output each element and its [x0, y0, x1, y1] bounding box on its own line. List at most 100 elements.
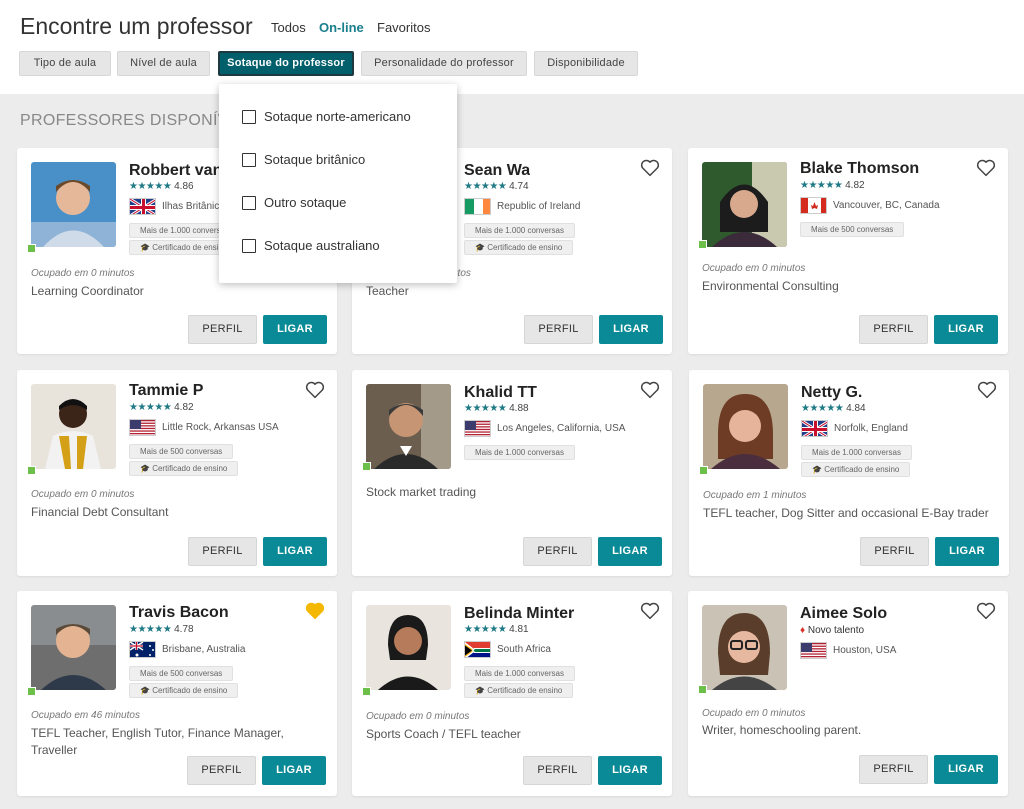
- teacher-name[interactable]: Khalid TT: [464, 384, 537, 402]
- section-title: PROFESSORES DISPONÍVE: [20, 112, 240, 129]
- option-label: Sotaque australiano: [264, 238, 380, 253]
- checkbox[interactable]: [242, 238, 256, 253]
- teacher-photo: [366, 384, 451, 469]
- stars-icon: ★★★★★: [801, 403, 844, 414]
- heart-icon[interactable]: [640, 159, 660, 177]
- teacher-card[interactable]: Travis Bacon ★★★★★ 4.78 Brisbane, Austra…: [17, 591, 337, 796]
- teacher-photo: [31, 384, 116, 469]
- ligar-button[interactable]: LIGAR: [935, 537, 999, 566]
- perfil-button[interactable]: PERFIL: [859, 315, 928, 344]
- teacher-rating: ★★★★★ 4.81: [464, 624, 529, 635]
- perfil-button[interactable]: PERFIL: [188, 537, 257, 566]
- certificate-badge: 🎓 Certificado de ensino: [129, 461, 239, 476]
- heart-icon[interactable]: [977, 381, 997, 399]
- ligar-button[interactable]: LIGAR: [934, 755, 998, 784]
- teacher-rating: ★★★★★ 4.82: [129, 402, 194, 413]
- teacher-name[interactable]: Belinda Minter: [464, 605, 574, 623]
- filter-tipo-de-aula[interactable]: Tipo de aula: [19, 51, 111, 76]
- perfil-button[interactable]: PERFIL: [188, 315, 257, 344]
- busy-status: Ocupado em 0 minutos: [702, 708, 806, 719]
- heart-icon[interactable]: [640, 381, 660, 399]
- perfil-button[interactable]: PERFIL: [524, 315, 593, 344]
- stars-icon: ★★★★★: [464, 181, 507, 192]
- teacher-card[interactable]: Netty G. ★★★★★ 4.84 Norfolk, England Mai…: [689, 370, 1009, 576]
- filter-nivel-de-aula[interactable]: Nível de aula: [117, 51, 210, 76]
- ligar-button[interactable]: LIGAR: [262, 756, 326, 785]
- ligar-button[interactable]: LIGAR: [934, 315, 998, 344]
- checkbox[interactable]: [242, 152, 256, 167]
- ligar-button[interactable]: LIGAR: [599, 315, 663, 344]
- teacher-name[interactable]: Travis Bacon: [129, 604, 229, 622]
- busy-status: Ocupado em 46 minutos: [31, 710, 140, 721]
- perfil-button[interactable]: PERFIL: [523, 537, 592, 566]
- online-indicator: [27, 244, 36, 253]
- teacher-name[interactable]: Netty G.: [801, 384, 862, 402]
- teacher-name[interactable]: Sean Wa: [464, 162, 530, 180]
- perfil-button[interactable]: PERFIL: [859, 755, 928, 784]
- new-talent-text: Novo talento: [807, 625, 865, 636]
- teacher-location: Republic of Ireland: [464, 198, 580, 215]
- conversations-badge: Mais de 1.000 conversas: [464, 666, 575, 681]
- ligar-button[interactable]: LIGAR: [598, 537, 662, 566]
- perfil-button[interactable]: PERFIL: [523, 756, 592, 785]
- teacher-location: Vancouver, BC, Canada: [800, 197, 940, 214]
- filter-sotaque-do-professor[interactable]: Sotaque do professor: [218, 51, 354, 76]
- teacher-rating: ★★★★★ 4.78: [129, 624, 194, 635]
- heart-icon[interactable]: [976, 159, 996, 177]
- teacher-name[interactable]: Tammie P: [129, 382, 203, 400]
- busy-status: Ocupado em 0 minutos: [702, 263, 806, 274]
- ligar-button[interactable]: LIGAR: [263, 537, 327, 566]
- heart-icon[interactable]: [640, 602, 660, 620]
- perfil-button[interactable]: PERFIL: [860, 537, 929, 566]
- certificate-badge: 🎓 Certificado de ensino: [464, 683, 574, 698]
- option-sotaque-australiano[interactable]: Sotaque australiano: [242, 238, 380, 253]
- certificate-badge: 🎓 Certificado de ensino: [801, 462, 911, 477]
- option-label: Outro sotaque: [264, 195, 347, 210]
- teacher-card[interactable]: Tammie P ★★★★★ 4.82 Little Rock, Arkansa…: [17, 370, 337, 576]
- busy-status: Ocupado em 0 minutos: [31, 489, 135, 500]
- teacher-location: Brisbane, Australia: [129, 641, 245, 658]
- heart-icon[interactable]: [976, 602, 996, 620]
- teacher-rating: ★★★★★ 4.86: [129, 181, 194, 192]
- flame-icon: ♦: [800, 625, 806, 636]
- uk-flag-icon: [801, 420, 828, 437]
- teacher-name[interactable]: Blake Thomson: [800, 160, 919, 178]
- teacher-card[interactable]: Blake Thomson ★★★★★ 4.82 Vancouver, BC, …: [688, 148, 1008, 354]
- teacher-description: Teacher: [366, 284, 409, 298]
- teacher-photo: [31, 162, 116, 247]
- teacher-description: Sports Coach / TEFL teacher: [366, 727, 521, 741]
- conversations-badge: Mais de 1.000 conversas: [464, 445, 575, 460]
- teacher-rating: ★★★★★ 4.88: [464, 403, 529, 414]
- checkbox[interactable]: [242, 109, 256, 124]
- teacher-name[interactable]: Robbert van: [129, 162, 224, 180]
- rating-value: 4.84: [846, 403, 866, 414]
- teacher-card[interactable]: Khalid TT ★★★★★ 4.88 Los Angeles, Califo…: [352, 370, 672, 576]
- tab-favoritos[interactable]: Favoritos: [377, 20, 430, 35]
- teacher-name[interactable]: Aimee Solo: [800, 605, 887, 623]
- filter-disponibilidade[interactable]: Disponibilidade: [534, 51, 638, 76]
- teacher-description: TEFL Teacher, English Tutor, Finance Man…: [31, 726, 284, 757]
- ligar-button[interactable]: LIGAR: [263, 315, 327, 344]
- online-indicator: [362, 462, 371, 471]
- stars-icon: ★★★★★: [464, 403, 507, 414]
- teacher-card[interactable]: Belinda Minter ★★★★★ 4.81 South Africa M…: [352, 591, 672, 796]
- filter-personalidade[interactable]: Personalidade do professor: [361, 51, 527, 76]
- option-sotaque-britanico[interactable]: Sotaque britânico: [242, 152, 365, 167]
- location-text: Ilhas Britânic: [162, 201, 220, 212]
- ligar-button[interactable]: LIGAR: [598, 756, 662, 785]
- teacher-description: Environmental Consulting: [702, 279, 839, 293]
- location-text: Los Angeles, California, USA: [497, 423, 626, 434]
- tab-online[interactable]: On-line: [319, 20, 364, 35]
- heart-filled-icon[interactable]: [305, 602, 325, 620]
- heart-icon[interactable]: [305, 381, 325, 399]
- teacher-description: Learning Coordinator: [31, 284, 144, 298]
- option-outro-sotaque[interactable]: Outro sotaque: [242, 195, 346, 210]
- tab-todos[interactable]: Todos: [271, 20, 306, 35]
- page-title: Encontre um professor: [20, 13, 253, 39]
- option-sotaque-norte-americano[interactable]: Sotaque norte-americano: [242, 109, 411, 124]
- teacher-card[interactable]: Aimee Solo ♦ Novo talento Houston, USA O…: [688, 591, 1008, 796]
- checkbox[interactable]: [242, 195, 256, 210]
- ireland-flag-icon: [464, 198, 491, 215]
- perfil-button[interactable]: PERFIL: [187, 756, 256, 785]
- location-text: Republic of Ireland: [497, 201, 581, 212]
